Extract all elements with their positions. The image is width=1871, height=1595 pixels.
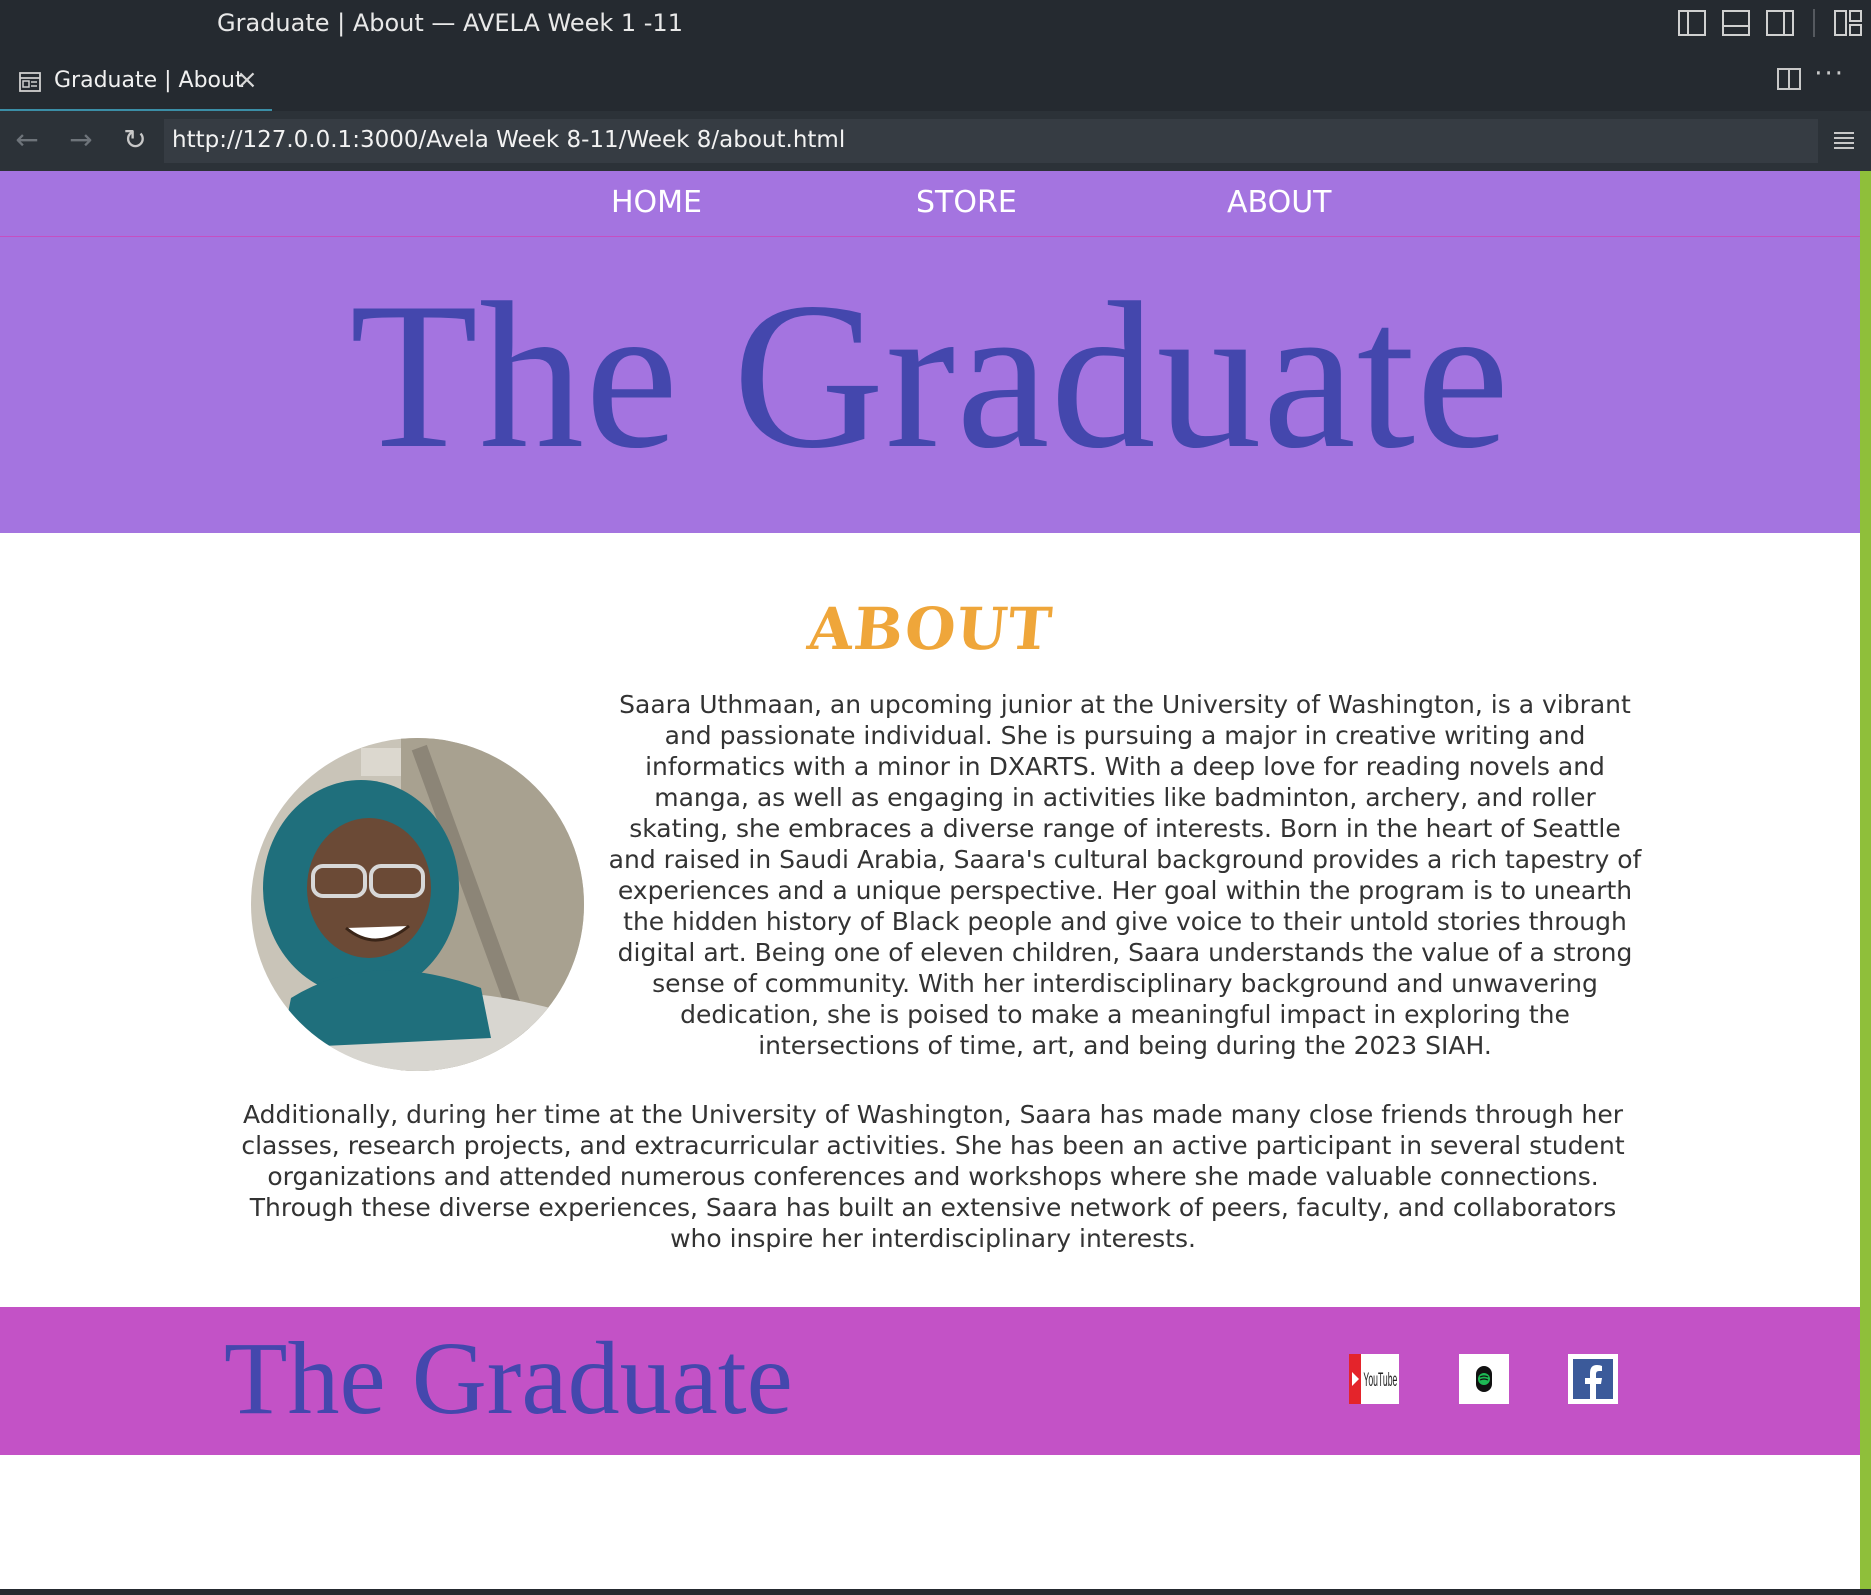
forward-arrow-icon[interactable]: → — [64, 123, 98, 157]
site-title: The Graduate — [349, 260, 1511, 492]
preview-icon — [18, 70, 42, 94]
about-intro-section: Saara Uthmaan, an upcoming junior at the… — [0, 689, 1860, 1099]
footer-title: The Graduate — [224, 1321, 793, 1436]
toggle-panel-icon[interactable] — [1721, 9, 1751, 37]
reload-icon[interactable]: ↻ — [118, 123, 152, 157]
window-titlebar: Graduate | About — AVELA Week 1 -11 — [0, 0, 1871, 47]
toggle-primary-sidebar-icon[interactable] — [1677, 9, 1707, 37]
tab-graduate-about[interactable]: Graduate | About × — [0, 55, 272, 111]
youtube-icon[interactable]: YouTube — [1349, 1354, 1399, 1404]
about-intro-text: Saara Uthmaan, an upcoming junior at the… — [608, 690, 1642, 1060]
about-heading: ABOUT — [804, 595, 1056, 663]
close-icon[interactable]: × — [236, 65, 258, 95]
tab-bar: Graduate | About × ··· — [0, 47, 1871, 111]
profile-photo — [251, 738, 584, 1071]
back-arrow-icon[interactable]: ← — [10, 123, 44, 157]
split-editor-icon[interactable] — [1775, 65, 1803, 93]
bottom-border — [0, 1589, 1871, 1595]
layout-controls — [1677, 9, 1871, 39]
tab-label: Graduate | About — [54, 68, 244, 93]
about-heading-container: ABOUT — [0, 595, 1860, 665]
about-additional-text: Additionally, during her time at the Uni… — [241, 1100, 1625, 1253]
more-actions-icon[interactable]: ··· — [1814, 59, 1845, 89]
window-title: Graduate | About — AVELA Week 1 -11 — [217, 9, 683, 37]
customize-layout-icon[interactable] — [1833, 9, 1863, 37]
facebook-icon[interactable] — [1568, 1354, 1618, 1404]
site-nav: HOME STORE ABOUT — [0, 171, 1860, 237]
nav-store-link[interactable]: STORE — [916, 185, 1017, 220]
window-edge — [1860, 171, 1871, 1589]
svg-text:YouTube: YouTube — [1363, 1371, 1397, 1392]
nav-about-link[interactable]: ABOUT — [1227, 185, 1331, 220]
browser-address-bar: ← → ↻ http://127.0.0.1:3000/Avela Week 8… — [0, 111, 1871, 171]
url-input[interactable]: http://127.0.0.1:3000/Avela Week 8-11/We… — [164, 119, 1818, 163]
spotify-icon[interactable] — [1459, 1354, 1509, 1404]
page-viewport: HOME STORE ABOUT The Graduate ABOUT Saar… — [0, 171, 1860, 1589]
site-footer: The Graduate YouTube — [0, 1307, 1860, 1455]
toggle-secondary-sidebar-icon[interactable] — [1765, 9, 1795, 37]
divider — [1813, 9, 1815, 37]
hero-banner: The Graduate — [0, 237, 1860, 533]
nav-home-link[interactable]: HOME — [611, 185, 702, 220]
menu-icon[interactable] — [1831, 127, 1857, 153]
